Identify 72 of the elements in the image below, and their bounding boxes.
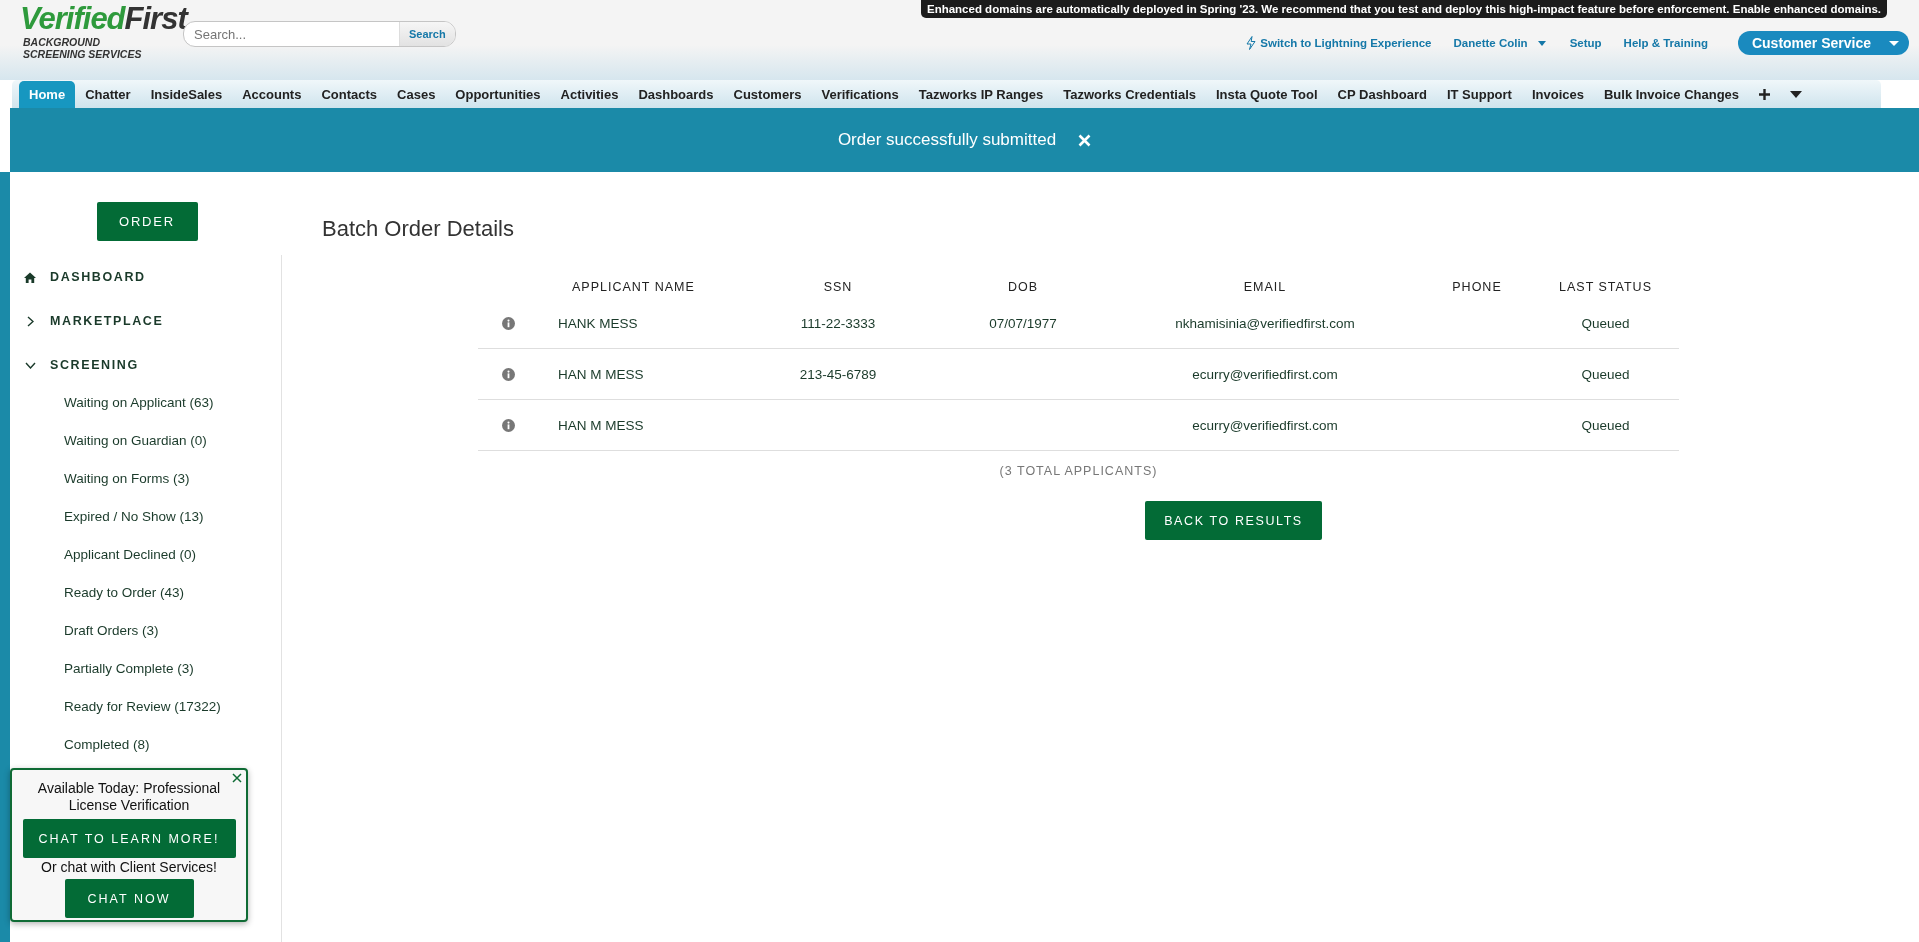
info-icon[interactable] bbox=[501, 418, 515, 432]
sidebar-subitem[interactable]: Ready to Order (43) bbox=[10, 573, 281, 611]
info-icon[interactable] bbox=[501, 367, 515, 381]
sidebar-subitem[interactable]: Waiting on Forms (3) bbox=[10, 459, 281, 497]
header-link[interactable]: Help & Training bbox=[1623, 37, 1708, 49]
nav-tab[interactable]: Bulk Invoice Changes bbox=[1593, 80, 1750, 108]
back-button[interactable]: BACK TO RESULTS bbox=[1145, 501, 1322, 540]
table-cell: nkhamisinia@verifiedfirst.com bbox=[1175, 315, 1355, 331]
popup-subline: Or chat with Client Services! bbox=[41, 859, 217, 876]
nav-tab[interactable]: Customers bbox=[723, 80, 812, 108]
table-cell: Queued bbox=[1581, 366, 1630, 382]
table-cell: 07/07/1977 bbox=[989, 315, 1057, 331]
sidebar-subitem[interactable]: Applicant Declined (0) bbox=[10, 535, 281, 573]
sidebar-subitem[interactable]: Partially Complete (3) bbox=[10, 649, 281, 687]
success-message: Order successfully submitted bbox=[837, 130, 1057, 150]
nav-tab[interactable]: Tazworks IP Ranges bbox=[908, 80, 1054, 108]
sidebar-subitem[interactable]: Completed (8) bbox=[10, 725, 281, 763]
sidebar-subitem[interactable]: Expired / No Show (13) bbox=[10, 497, 281, 535]
header-link[interactable]: Switch to Lightning Experience bbox=[1246, 36, 1432, 50]
column-header: DOB bbox=[1006, 279, 1040, 296]
lightning-icon bbox=[1246, 36, 1257, 50]
column-header: LAST STATUS bbox=[1558, 279, 1653, 296]
page-title: Batch Order Details bbox=[322, 216, 515, 242]
table-cell: 213-45-6789 bbox=[799, 366, 877, 382]
column-header: SSN bbox=[822, 279, 854, 296]
nav-tab[interactable]: Dashboards bbox=[628, 80, 724, 108]
sidebar-subitem[interactable]: Draft Orders (3) bbox=[10, 611, 281, 649]
chat-learn-button[interactable]: CHAT TO LEARN MORE! bbox=[22, 819, 236, 858]
popup-headline: Available Today: Professional License Verification bbox=[36, 780, 222, 814]
table-cell: Queued bbox=[1581, 315, 1630, 331]
nav-tab[interactable]: Cases bbox=[387, 80, 446, 108]
header-link[interactable]: Setup bbox=[1569, 37, 1602, 49]
table-cell: 111-22-3333 bbox=[800, 315, 876, 331]
sidebar-subitem[interactable]: Waiting on Guardian (0) bbox=[10, 421, 281, 459]
table-cell: HANK MESS bbox=[558, 315, 638, 331]
sidebar-item[interactable]: MARKETPLACE bbox=[10, 299, 281, 343]
home-icon bbox=[24, 271, 36, 283]
caret-icon bbox=[1535, 39, 1548, 47]
close-icon[interactable] bbox=[232, 773, 242, 783]
table-cell: Queued bbox=[1581, 417, 1630, 433]
table-cell: ecurry@verifiedfirst.com bbox=[1192, 366, 1338, 382]
nav-tab[interactable]: Verifications bbox=[811, 80, 909, 108]
nav-tab[interactable]: IT Support bbox=[1436, 80, 1522, 108]
table-cell: ecurry@verifiedfirst.com bbox=[1192, 417, 1338, 433]
chat-now-button[interactable]: CHAT NOW bbox=[64, 879, 194, 918]
table-cell: HAN M MESS bbox=[558, 366, 644, 382]
info-icon[interactable] bbox=[501, 316, 515, 330]
header-link[interactable]: Danette Colin bbox=[1453, 37, 1548, 49]
total-count: (3 TOTAL APPLICANTS) bbox=[999, 464, 1158, 478]
nav-tab[interactable]: Chatter bbox=[75, 80, 141, 108]
caret-icon[interactable] bbox=[1790, 90, 1803, 98]
sidebar-item[interactable]: DASHBOARD bbox=[10, 255, 281, 299]
nav-tab[interactable]: Contacts bbox=[311, 80, 388, 108]
nav-tab[interactable]: Tazworks Credentials bbox=[1053, 80, 1206, 108]
nav-tab[interactable]: CP Dashboard bbox=[1327, 80, 1437, 108]
order-button[interactable]: ORDER bbox=[96, 202, 198, 241]
app-switcher[interactable]: Customer Service bbox=[1737, 31, 1909, 55]
plus-icon[interactable] bbox=[1759, 88, 1771, 100]
nav-tab[interactable]: Invoices bbox=[1521, 80, 1594, 108]
nav-tab[interactable]: Accounts bbox=[232, 80, 312, 108]
caret-icon bbox=[1889, 39, 1899, 47]
column-header: PHONE bbox=[1451, 279, 1503, 296]
nav-tab[interactable]: Activities bbox=[550, 80, 629, 108]
announcement-banner: Enhanced domains are automatically deployed in Spring '23. We recommend that you test and deploy this high-impact feature before enforcement. Enable enhanced domains. bbox=[920, 0, 1887, 18]
search-button[interactable]: Search bbox=[399, 22, 455, 46]
nav-tab[interactable]: InsideSales bbox=[140, 80, 233, 108]
column-header: APPLICANT NAME bbox=[571, 279, 696, 296]
sidebar-subitem[interactable]: Ready for Review (17322) bbox=[10, 687, 281, 725]
nav-tab[interactable]: Insta Quote Tool bbox=[1206, 80, 1328, 108]
nav-tab[interactable]: Opportunities bbox=[445, 80, 551, 108]
table-cell: HAN M MESS bbox=[558, 417, 644, 433]
column-header: EMAIL bbox=[1242, 279, 1288, 296]
